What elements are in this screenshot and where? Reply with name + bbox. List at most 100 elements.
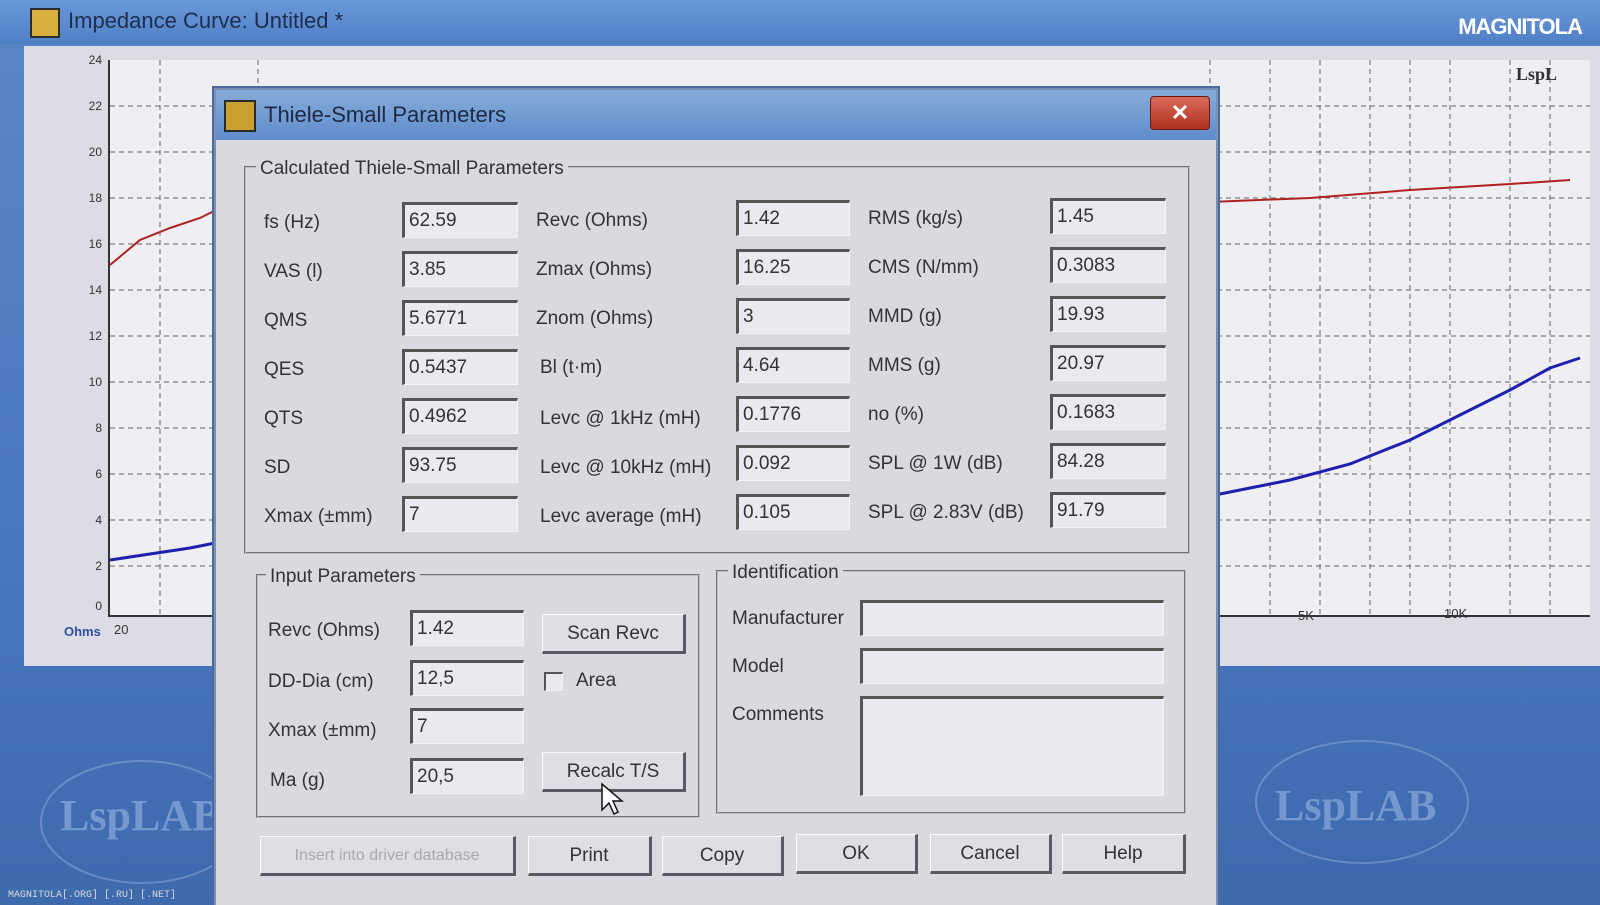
cms-label: CMS (N/mm) (868, 257, 979, 278)
cancel-button[interactable]: Cancel (930, 834, 1052, 874)
print-button[interactable]: Print (528, 836, 652, 876)
calculated-params-group (244, 166, 1190, 554)
y-tick: 0 (95, 599, 102, 613)
dd-dia-label: DD-Dia (cm) (268, 671, 374, 692)
zmax-field[interactable]: 16.25 (736, 249, 850, 285)
mmd-label: MMD (g) (868, 306, 942, 327)
scan-revc-button[interactable]: Scan Revc (542, 614, 686, 654)
spl-1w-label: SPL @ 1W (dB) (868, 453, 1003, 474)
input-xmax-label: Xmax (±mm) (268, 720, 377, 741)
spl-283v-label: SPL @ 2.83V (dB) (868, 502, 1024, 523)
qms-field[interactable]: 5.6771 (402, 300, 518, 336)
x-tick: 5K (1298, 608, 1314, 623)
thiele-small-dialog: Thiele-Small Parameters ✕ Calculated Thi… (214, 88, 1218, 905)
mmd-field[interactable]: 19.93 (1050, 296, 1166, 332)
levc-10k-label: Levc @ 10kHz (mH) (540, 457, 712, 478)
xmax-label: Xmax (±mm) (264, 506, 373, 527)
znom-field[interactable]: 3 (736, 298, 850, 334)
y-tick: 16 (88, 237, 102, 251)
model-field[interactable] (860, 648, 1164, 684)
area-checkbox[interactable] (544, 672, 563, 691)
desktop-screen: Impedance Curve: Untitled * MAGNITOLA 24… (0, 0, 1600, 905)
xmax-field[interactable]: 7 (402, 496, 518, 532)
input-xmax-field[interactable]: 7 (410, 708, 524, 744)
levc-avg-field[interactable]: 0.105 (736, 494, 850, 530)
main-window-title: Impedance Curve: Untitled * (68, 8, 344, 33)
fs-label: fs (Hz) (264, 212, 320, 233)
znom-label: Znom (Ohms) (536, 308, 654, 329)
qes-field[interactable]: 0.5437 (402, 349, 518, 385)
bl-field[interactable]: 4.64 (736, 347, 850, 383)
y-tick: 10 (88, 375, 102, 389)
x-tick: 10K (1444, 606, 1468, 621)
y-tick: 12 (88, 329, 102, 343)
y-tick: 8 (95, 421, 102, 435)
ma-field[interactable]: 20,5 (410, 758, 524, 794)
qms-label: QMS (264, 310, 308, 331)
mms-field[interactable]: 20.97 (1050, 345, 1166, 381)
y-unit-label: Ohms (64, 624, 101, 639)
dialog-icon (224, 100, 256, 132)
identification-group-label: Identification (728, 562, 843, 584)
ma-label: Ma (g) (270, 770, 325, 791)
qes-label: QES (264, 359, 305, 380)
copy-button[interactable]: Copy (662, 836, 784, 876)
insert-into-database-button[interactable]: Insert into driver database (260, 836, 516, 876)
input-revc-label: Revc (Ohms) (268, 620, 380, 641)
help-button[interactable]: Help (1062, 834, 1186, 874)
y-tick: 24 (88, 53, 102, 67)
input-group-label: Input Parameters (266, 566, 420, 588)
ok-button[interactable]: OK (796, 834, 918, 874)
mms-label: MMS (g) (868, 355, 941, 376)
dialog-titlebar[interactable]: Thiele-Small Parameters ✕ (216, 90, 1216, 140)
levc-10k-field[interactable]: 0.092 (736, 445, 850, 481)
plot-corner-label: LspL (1516, 64, 1558, 84)
vas-label: VAS (l) (264, 261, 323, 282)
dialog-title: Thiele-Small Parameters (264, 102, 507, 127)
y-tick: 22 (88, 99, 102, 113)
y-tick: 20 (88, 145, 102, 159)
zmax-label: Zmax (Ohms) (536, 259, 653, 280)
vas-field[interactable]: 3.85 (402, 251, 518, 287)
sd-field[interactable]: 93.75 (402, 447, 518, 483)
sd-label: SD (264, 457, 291, 478)
revc-field[interactable]: 1.42 (736, 200, 850, 236)
main-window-titlebar: Impedance Curve: Untitled * (0, 0, 1600, 44)
footer-watermark: MAGNITOLA[.ORG] [.RU] [.NET] (8, 890, 177, 901)
bl-label: Bl (t·m) (540, 357, 603, 378)
magnitola-logo: MAGNITOLA (1458, 14, 1583, 39)
close-button[interactable]: ✕ (1150, 96, 1210, 130)
watermark-text: LspLAB (1275, 781, 1437, 830)
spl-1w-field[interactable]: 84.28 (1050, 443, 1166, 479)
rms-label: RMS (kg/s) (868, 208, 963, 229)
levc-1k-label: Levc @ 1kHz (mH) (540, 408, 701, 429)
comments-label: Comments (732, 704, 824, 725)
qts-label: QTS (264, 408, 304, 429)
y-tick: 14 (88, 283, 102, 297)
y-tick: 2 (95, 559, 102, 573)
no-field[interactable]: 0.1683 (1050, 394, 1166, 430)
qts-field[interactable]: 0.4962 (402, 398, 518, 434)
area-label: Area (576, 670, 617, 691)
model-label: Model (732, 656, 784, 677)
fs-field[interactable]: 62.59 (402, 202, 518, 238)
x-tick: 20 (114, 622, 129, 637)
no-label: no (%) (868, 404, 924, 425)
app-icon (30, 8, 60, 38)
watermark-text: LspLAB (60, 791, 222, 840)
rms-field[interactable]: 1.45 (1050, 198, 1166, 234)
input-revc-field[interactable]: 1.42 (410, 610, 524, 646)
manufacturer-label: Manufacturer (732, 608, 844, 629)
calculated-group-label: Calculated Thiele-Small Parameters (256, 158, 568, 180)
y-tick: 4 (95, 513, 102, 527)
dd-dia-field[interactable]: 12,5 (410, 660, 524, 696)
levc-avg-label: Levc average (mH) (540, 506, 702, 527)
spl-283v-field[interactable]: 91.79 (1050, 492, 1166, 528)
levc-1k-field[interactable]: 0.1776 (736, 396, 850, 432)
comments-field[interactable] (860, 696, 1164, 796)
y-tick: 6 (95, 467, 102, 481)
cms-field[interactable]: 0.3083 (1050, 247, 1166, 283)
y-tick: 18 (88, 191, 102, 205)
manufacturer-field[interactable] (860, 600, 1164, 636)
revc-label: Revc (Ohms) (536, 210, 648, 231)
